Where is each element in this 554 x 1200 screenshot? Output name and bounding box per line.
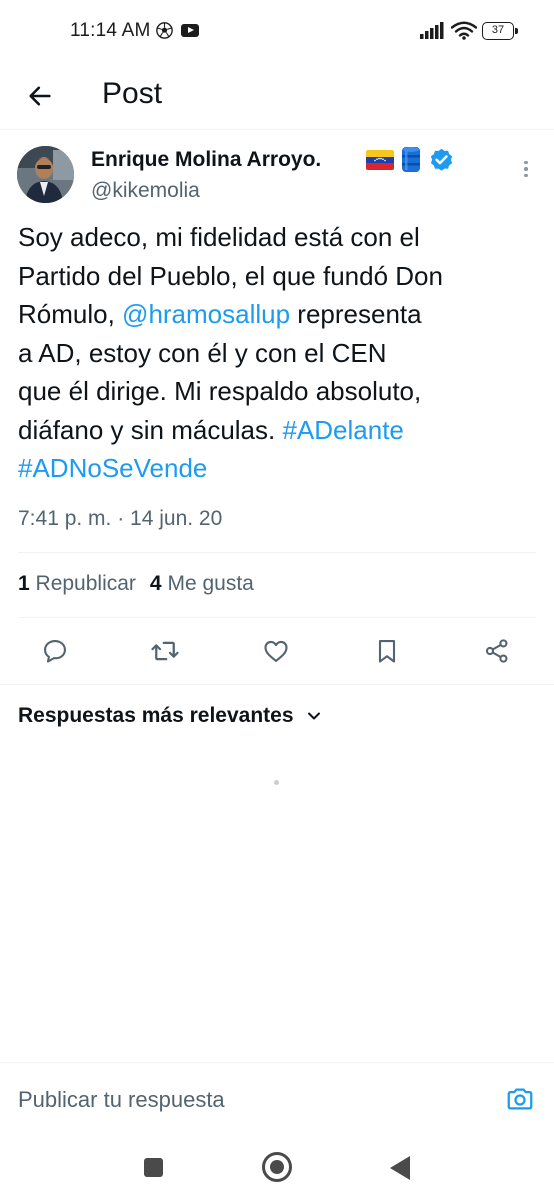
hashtag-link[interactable]: #ADNoSeVende: [18, 453, 207, 483]
status-time: 11:14 AM: [70, 20, 151, 41]
avatar[interactable]: [17, 146, 74, 203]
camera-button[interactable]: [504, 1083, 536, 1115]
signal-icon: [420, 22, 444, 39]
tweet-line: a AD, estoy con él y con el CEN: [18, 334, 538, 373]
like-icon: [264, 640, 288, 662]
battery-icon: 37: [482, 22, 518, 40]
divider: [18, 552, 536, 553]
divider: [18, 617, 536, 618]
loading-indicator: [274, 780, 279, 785]
tweet-line: Rómulo, @hramosallup representa: [18, 295, 538, 334]
camera-icon: [507, 1088, 533, 1110]
tweet-line: que él dirige. Mi respaldo absoluto,: [18, 372, 538, 411]
battery-level: 37: [482, 22, 514, 40]
retweet-button[interactable]: [144, 630, 186, 672]
reply-bar: [0, 1062, 554, 1138]
system-nav-bar: [0, 1138, 554, 1200]
reply-icon: [44, 640, 66, 663]
venezuela-flag-icon: [366, 150, 394, 170]
bookmark-button[interactable]: [366, 630, 408, 672]
tweet-line: #ADNoSeVende: [18, 449, 538, 488]
tweet-timestamp[interactable]: 7:41 p. m. · 14 jun. 20: [18, 507, 222, 531]
more-dot: [524, 160, 528, 165]
header: Post: [0, 62, 554, 130]
battery-tip: [515, 28, 518, 34]
tweet-line: diáfano y sin máculas. #ADelante: [18, 411, 538, 450]
reposts-label: Republicar: [35, 572, 136, 595]
replies-sort-label: Respuestas más relevantes: [18, 704, 294, 727]
author-handle[interactable]: @kikemolia: [91, 179, 200, 203]
verified-badge-icon[interactable]: [428, 147, 455, 174]
tweet-text: Soy adeco, mi fidelidad está con el Part…: [18, 218, 538, 488]
tweet-text-segment: a AD, estoy con él y con el CEN: [18, 337, 387, 368]
tweet-text-segment: Partido del Pueblo, el que fundó Don: [18, 260, 443, 291]
tweet-text-segment: diáfano y sin máculas.: [18, 414, 283, 445]
back-button[interactable]: [20, 76, 60, 116]
likes-count: 4: [149, 572, 162, 595]
tweet-line: Soy adeco, mi fidelidad está con el: [18, 218, 538, 257]
bookmark-icon: [378, 640, 396, 663]
retweet-icon: [151, 641, 179, 661]
oil-barrel-icon: [402, 147, 420, 172]
tweet-text-segment: que él dirige. Mi respaldo absoluto,: [18, 376, 422, 406]
wifi-icon: [451, 21, 477, 40]
status-bar: 11:14 AM 37: [0, 0, 554, 62]
tweet-text-segment: Rómulo,: [18, 299, 123, 329]
tweet-stats: 1 Republicar 4 Me gusta: [18, 572, 254, 596]
tweet-text-segment: representa: [290, 299, 422, 329]
more-options-button[interactable]: [512, 155, 540, 183]
reply-button[interactable]: [34, 630, 76, 672]
system-back-button[interactable]: [390, 1156, 410, 1180]
reposts-stat[interactable]: 1 Republicar: [18, 572, 136, 595]
chevron-down-icon: [307, 712, 320, 720]
more-dot: [524, 173, 528, 178]
replies-sort-dropdown[interactable]: Respuestas más relevantes: [18, 704, 322, 728]
tweet-line: Partido del Pueblo, el que fundó Don: [18, 257, 538, 296]
reposts-count: 1: [18, 572, 30, 595]
avatar-image: [17, 146, 74, 203]
soccer-ball-icon: [156, 22, 173, 39]
hashtag-link[interactable]: #ADelante: [282, 415, 403, 445]
tweet-text-segment: Soy adeco, mi fidelidad está con el: [18, 222, 420, 252]
more-dot: [524, 167, 528, 171]
likes-label: Me gusta: [167, 572, 254, 595]
arrow-left-icon: [29, 86, 51, 106]
divider: [0, 684, 554, 685]
share-icon: [485, 639, 508, 663]
home-button[interactable]: [262, 1152, 292, 1182]
author-name[interactable]: Enrique Molina Arroyo.: [91, 148, 321, 172]
like-button[interactable]: [255, 630, 297, 672]
recents-button[interactable]: [144, 1158, 163, 1177]
likes-stat[interactable]: 4 Me gusta: [150, 572, 254, 595]
youtube-icon: [181, 24, 199, 37]
mention-link[interactable]: @hramosallup: [122, 299, 290, 329]
share-button[interactable]: [476, 630, 518, 672]
reply-input[interactable]: [18, 1087, 458, 1113]
page-title: Post: [102, 77, 163, 110]
action-bar: [0, 630, 554, 672]
